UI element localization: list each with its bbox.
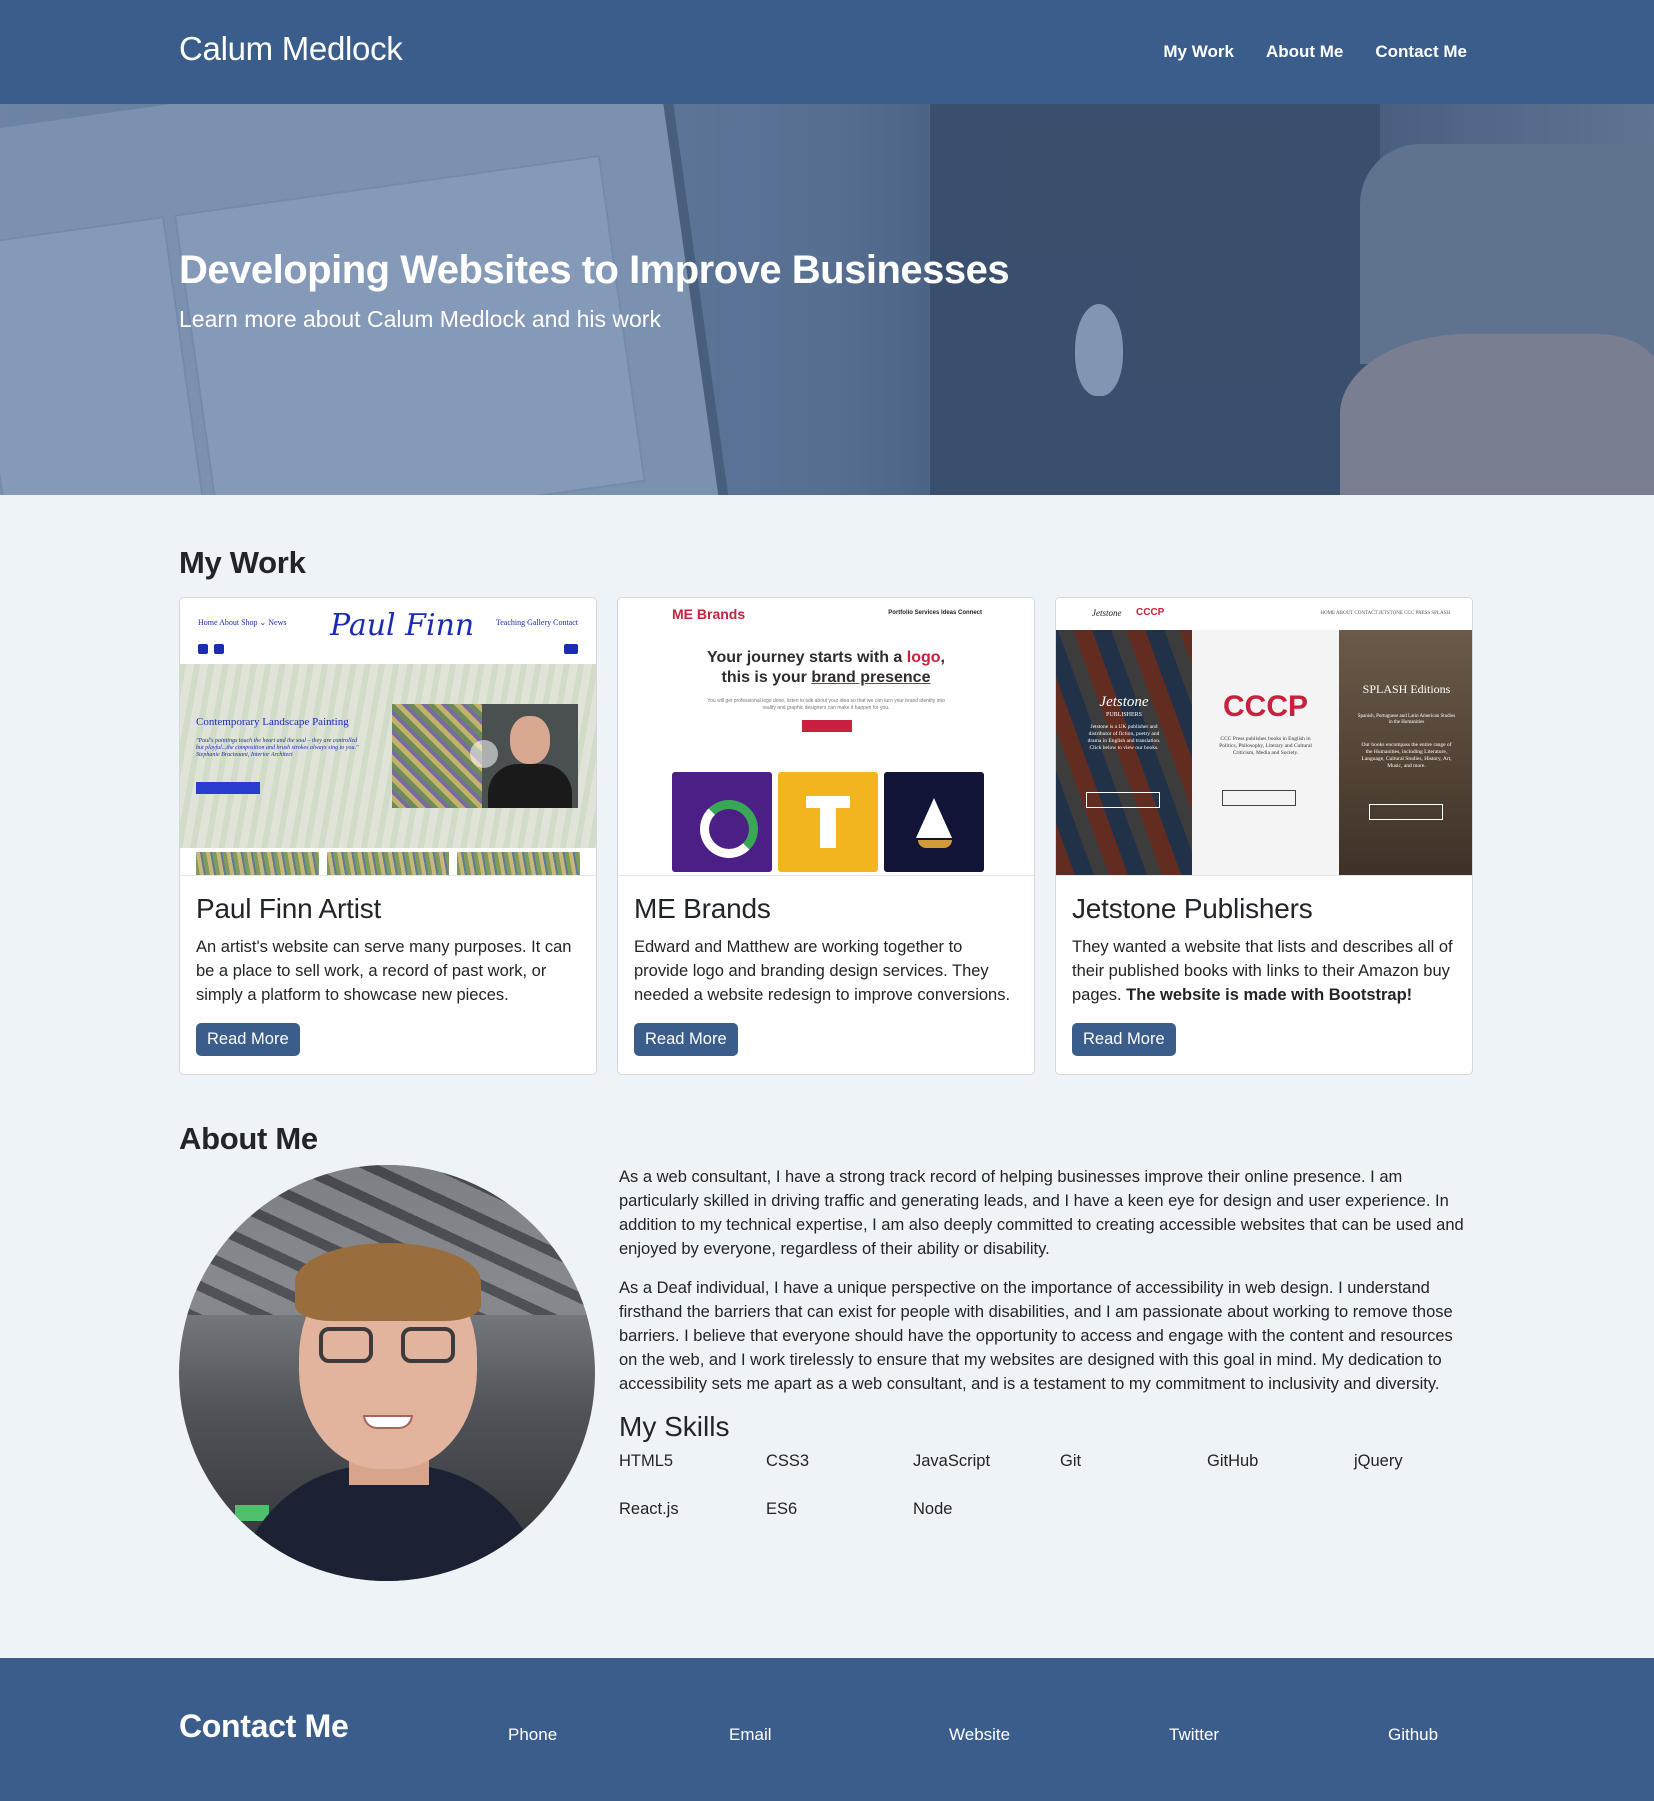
cccp-logo: CCCP [1136,607,1165,618]
skill-item: GitHub [1207,1452,1259,1470]
skill-item: CSS3 [766,1452,810,1470]
work-card-jetstone: Jetstone CCCP HOME ABOUT CONTACT JETSTON… [1055,597,1473,1075]
hero-title: Developing Websites to Improve Businesse… [179,248,1010,292]
skill-item: Node [913,1500,953,1518]
skills-list: HTML5 CSS3 JavaScript Git GitHub jQuery … [619,1449,1475,1545]
me-brands-preview-image: ME Brands Portfolio Services Ideas Conne… [618,598,1034,876]
about-paragraph-1: As a web consultant, I have a strong tra… [619,1168,1464,1258]
facebook-icon [198,644,208,654]
logo-tiles [672,772,984,872]
work-card-paul-finn: Home About Shop ⌄ News Paul Finn Teachin… [179,597,597,1075]
skills-title: My Skills [619,1411,730,1442]
nav-links: My Work About Me Contact Me [1163,42,1467,62]
card-text: They wanted a website that lists and des… [1072,938,1453,1004]
about-me-section: About Me As a web consultant, I have a s… [179,1121,1475,1581]
preview-nav-left: Home About Shop ⌄ News [198,618,287,627]
preview-headline: Your journey starts with a logo, this is… [707,649,945,686]
skill-item: HTML5 [619,1452,674,1470]
jetstone-preview-image: Jetstone CCCP HOME ABOUT CONTACT JETSTON… [1056,598,1472,876]
contact-link-github[interactable]: Github [1388,1725,1438,1745]
read-more-button[interactable]: Read More [1072,1023,1176,1056]
work-cards: Home About Shop ⌄ News Paul Finn Teachin… [179,597,1475,1075]
preview-nav: Portfolio Services Ideas Connect [888,610,982,616]
hero-banner: Developing Websites to Improve Businesse… [0,104,1654,495]
navbar: Calum Medlock My Work About Me Contact M… [0,0,1654,104]
jetstone-column: Jetstone PUBLISHERS Jetstone is a UK pub… [1056,630,1192,875]
paul-finn-preview-image: Home About Shop ⌄ News Paul Finn Teachin… [180,598,596,876]
preview-start-button [802,720,852,732]
nav-link-my-work[interactable]: My Work [1163,42,1234,62]
my-work-title: My Work [179,545,306,580]
contact-link-website[interactable]: Website [949,1725,1010,1745]
preview-heading: Contemporary Landscape Painting [196,716,349,728]
splash-column: SPLASH Editions Spanish, Portuguese and … [1339,630,1472,875]
cart-icon [564,644,578,654]
contact-link-twitter[interactable]: Twitter [1169,1725,1219,1745]
card-title: ME Brands [634,893,771,924]
cccp-column: CCCP CCC Press publishes books in Englis… [1192,630,1339,875]
preview-nav-right: Teaching Gallery Contact [495,618,578,627]
preview-paragraph: You will get professional logo done, lis… [707,698,945,711]
card-title: Jetstone Publishers [1072,893,1313,924]
paul-finn-logo: Paul Finn [330,608,475,643]
contact-link-phone[interactable]: Phone [508,1725,557,1745]
preview-shop-button [196,782,260,794]
skill-item: Git [1060,1452,1082,1470]
contact-link-email[interactable]: Email [729,1725,772,1745]
nav-link-contact-me[interactable]: Contact Me [1375,42,1467,62]
skill-item: JavaScript [913,1452,991,1470]
me-brands-logo: ME Brands [672,606,746,622]
hero-subtitle: Learn more about Calum Medlock and his w… [179,306,661,332]
footer-contact: Contact Me Phone Email Website Twitter G… [0,1658,1654,1801]
jetstone-logo: Jetstone [1092,608,1122,618]
card-text: Edward and Matthew are working together … [634,938,1011,1004]
skill-item: jQuery [1354,1452,1403,1470]
skill-item: ES6 [766,1500,798,1518]
about-paragraph-2: As a Deaf individual, I have a unique pe… [619,1279,1453,1393]
contact-me-title: Contact Me [179,1708,349,1744]
logo-tile-purple [672,772,772,872]
card-title: Paul Finn Artist [196,893,382,924]
read-more-button[interactable]: Read More [634,1023,738,1056]
nav-link-about-me[interactable]: About Me [1266,42,1343,62]
play-icon [470,740,498,768]
read-more-button[interactable]: Read More [196,1023,300,1056]
brand-link[interactable]: Calum Medlock [179,30,403,68]
preview-nav: HOME ABOUT CONTACT JETSTONE CCC PRESS SP… [1320,611,1450,616]
preview-video [392,704,578,808]
skill-item: React.js [619,1500,679,1518]
profile-photo [179,1165,595,1581]
work-card-me-brands: ME Brands Portfolio Services Ideas Conne… [617,597,1035,1075]
preview-quote: "Paul's paintings touch the heart and th… [196,738,359,758]
my-work-section: My Work Home About Shop ⌄ News Paul Finn… [179,495,1475,1075]
about-me-title: About Me [179,1121,318,1156]
instagram-icon [214,644,224,654]
logo-tile-navy [884,772,984,872]
card-text: An artist's website can serve many purpo… [196,938,572,1004]
logo-tile-yellow [778,772,878,872]
